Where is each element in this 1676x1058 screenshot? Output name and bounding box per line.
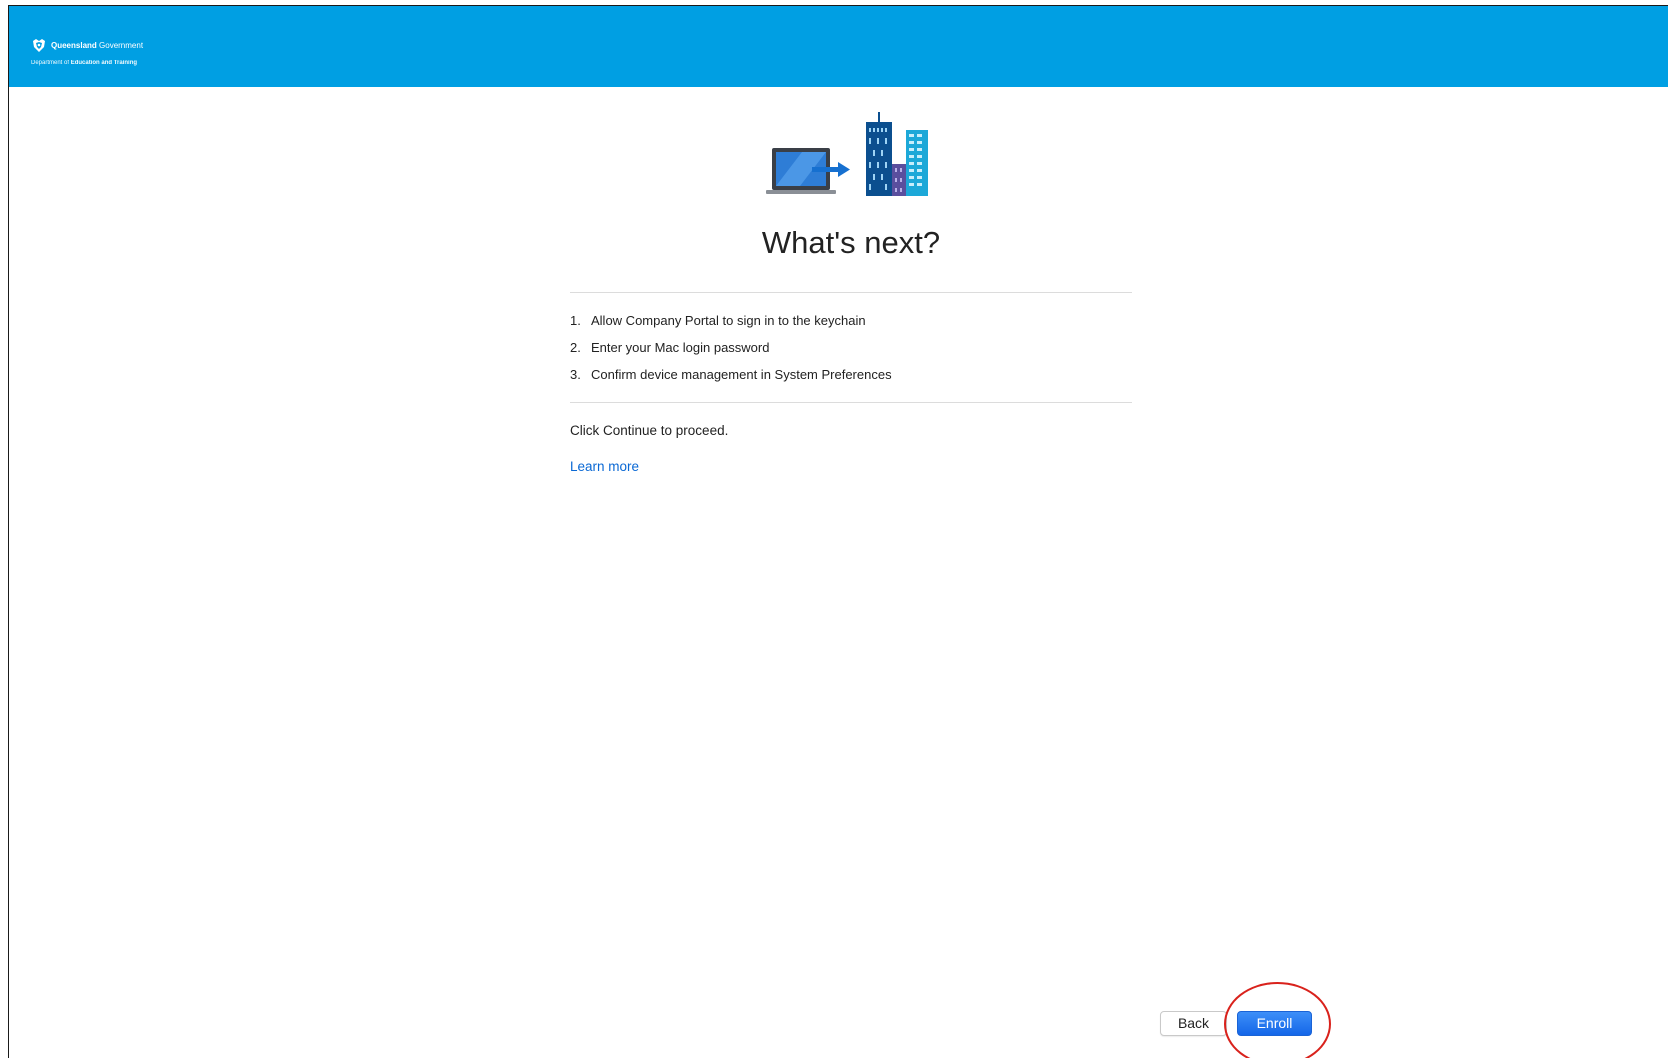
list-item: 3. Confirm device management in System Pr… xyxy=(570,361,1132,388)
list-item: 1. Allow Company Portal to sign in to the… xyxy=(570,307,1132,334)
steps-list: 1. Allow Company Portal to sign in to the… xyxy=(570,293,1132,402)
step-text: Enter your Mac login password xyxy=(591,340,770,355)
brand-logo: Queensland Government Department of Educ… xyxy=(31,39,143,67)
queensland-crest-icon xyxy=(33,39,45,52)
instructions-panel: 1. Allow Company Portal to sign in to the… xyxy=(570,292,1132,476)
step-number: 2. xyxy=(570,340,581,355)
brand-name-bold: Queensland xyxy=(51,41,97,50)
list-item: 2. Enter your Mac login password xyxy=(570,334,1132,361)
brand-name-rest: Government xyxy=(96,41,144,50)
header-bar: Queensland Government Department of Educ… xyxy=(9,6,1668,87)
instruction-text: Click Continue to proceed. xyxy=(570,423,729,438)
app-window: Queensland Government Department of Educ… xyxy=(8,5,1668,1058)
department-name: Department of Education and Training xyxy=(31,59,143,67)
learn-more-link[interactable]: Learn more xyxy=(570,459,639,474)
step-number: 3. xyxy=(570,367,581,382)
step-text: Allow Company Portal to sign in to the k… xyxy=(591,313,866,328)
laptop-to-buildings-illustration-icon xyxy=(766,112,928,196)
back-button[interactable]: Back xyxy=(1160,1011,1227,1036)
divider-bottom xyxy=(570,402,1132,403)
department-prefix: Department of xyxy=(31,60,71,66)
brand-name: Queensland Government xyxy=(51,41,143,51)
step-number: 1. xyxy=(570,313,581,328)
step-text: Confirm device management in System Pref… xyxy=(591,367,892,382)
page-title: What's next? xyxy=(761,225,941,260)
enroll-button[interactable]: Enroll xyxy=(1237,1011,1312,1036)
department-bold: Education and Training xyxy=(70,60,138,66)
